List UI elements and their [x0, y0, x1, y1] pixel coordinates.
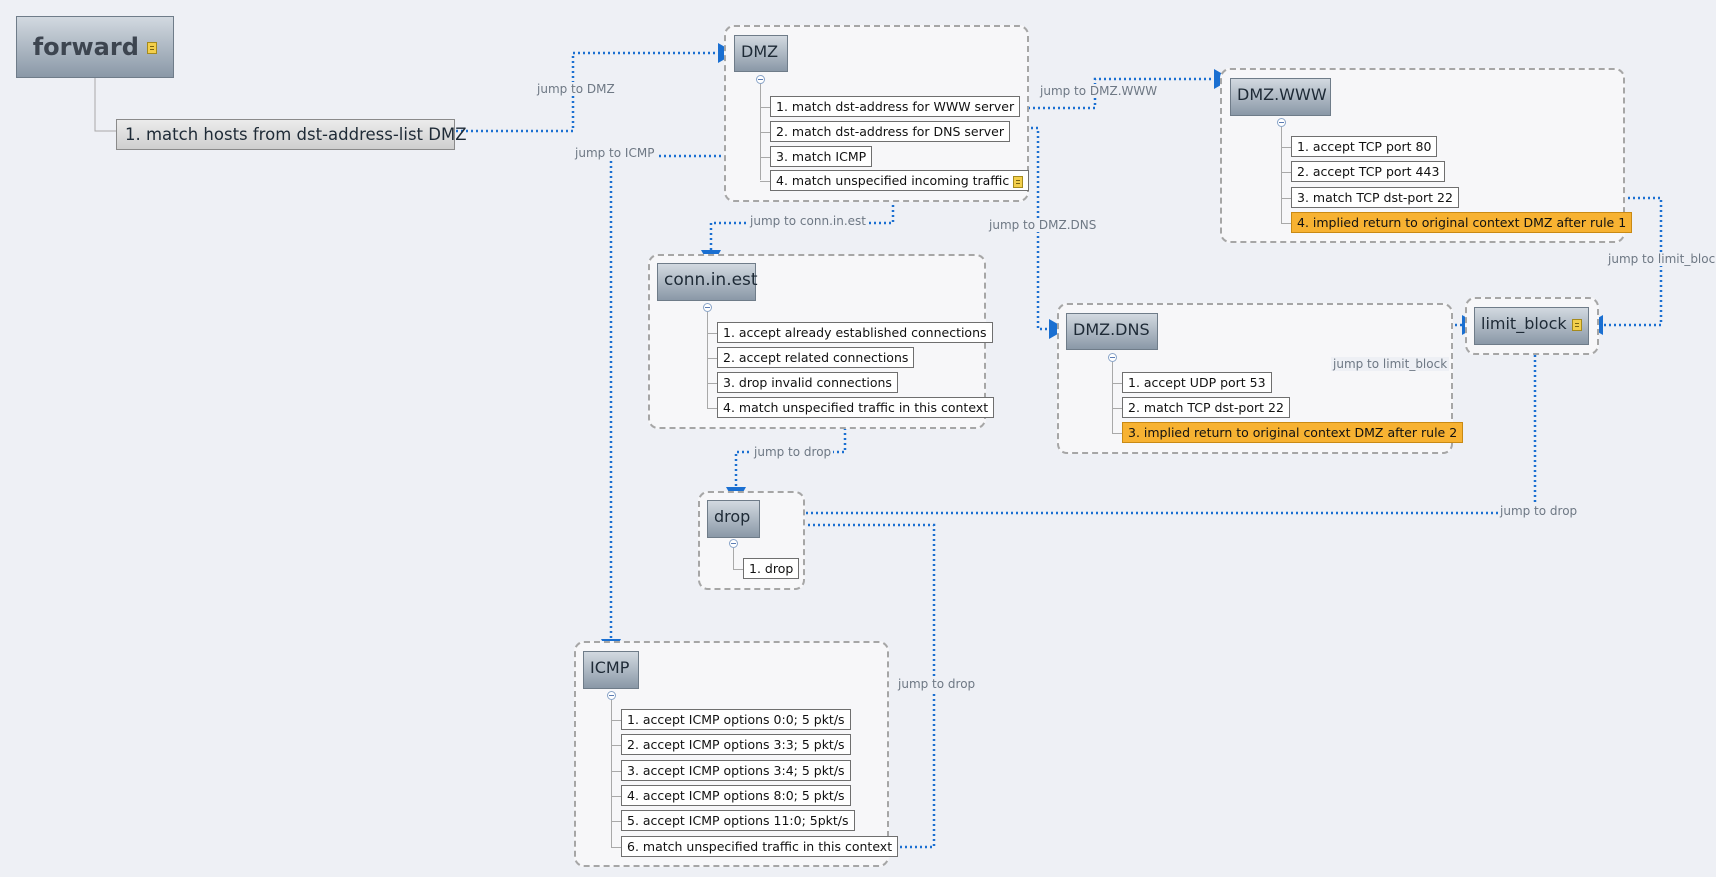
- dmzwww-rule-item[interactable]: 1. accept TCP port 80: [1291, 136, 1438, 157]
- edge-label-jump-to-icmp: jump to ICMP: [573, 146, 657, 160]
- connin-rule-item[interactable]: 3. drop invalid connections: [717, 372, 898, 393]
- note-icon: [147, 42, 158, 54]
- edge-label-jump-to-dmzwww: jump to DMZ.WWW: [1038, 84, 1160, 98]
- icmp-tree-tick: [611, 771, 621, 772]
- dmzwww-tree-tick: [1281, 147, 1291, 148]
- icmp-rule-item[interactable]: 4. accept ICMP options 8:0; 5 pkt/s: [621, 785, 851, 806]
- dmz-rule-item[interactable]: 3. match ICMP: [770, 146, 873, 167]
- dmzdns-rule-item[interactable]: 1. accept UDP port 53: [1122, 372, 1272, 393]
- edge-label-jump-to-dmz: jump to DMZ: [535, 82, 617, 96]
- icmp-rule-item[interactable]: 3. accept ICMP options 3:4; 5 pkt/s: [621, 760, 851, 781]
- icmp-rule-item[interactable]: 5. accept ICMP options 11:0; 5pkt/s: [621, 810, 855, 831]
- root-rule-node[interactable]: 1. match hosts from dst-address-list DMZ: [116, 119, 467, 150]
- edge-label-jump-to-limit-block-www: jump to limit_block: [1606, 252, 1716, 266]
- edge-label-jump-to-limit-block-dns: jump to limit_block: [1331, 357, 1450, 371]
- dmzdns-collapse-toggle[interactable]: [1108, 353, 1117, 362]
- icmp-collapse-toggle[interactable]: [607, 691, 616, 700]
- dmzwww-tree-tick: [1281, 198, 1291, 199]
- icmp-title[interactable]: ICMP: [583, 651, 639, 689]
- dmzwww-tree-line: [1281, 127, 1282, 223]
- dmz-rule-item[interactable]: 4. match unspecified incoming traffic: [770, 170, 1030, 191]
- dmzwww-collapse-toggle[interactable]: [1277, 118, 1286, 127]
- drop-rule-item[interactable]: 1. drop: [743, 558, 800, 579]
- dmzwww-rule-item[interactable]: 3. match TCP dst-port 22: [1291, 187, 1459, 208]
- edge-label-jump-to-drop-limit: jump to drop: [1498, 504, 1580, 518]
- edge-label-jump-to-connin: jump to conn.in.est: [748, 214, 868, 228]
- icmp-tree-line: [611, 700, 612, 847]
- drop-collapse-toggle[interactable]: [729, 539, 738, 548]
- drop-title[interactable]: drop: [707, 500, 760, 538]
- dmz-tree-tick: [760, 132, 770, 133]
- dmzwww-implied-return-item[interactable]: 4. implied return to original context DM…: [1291, 212, 1633, 233]
- root-branch: [94, 78, 116, 132]
- forward-root-node[interactable]: forward: [16, 16, 174, 78]
- note-icon: [1013, 175, 1024, 188]
- dmzdns-tree-tick: [1112, 383, 1122, 384]
- dmzdns-tree-tick: [1112, 433, 1122, 434]
- icmp-tree-tick: [611, 847, 621, 848]
- icmp-tree-tick: [611, 745, 621, 746]
- dmz-tree-tick: [760, 107, 770, 108]
- dmzdns-rule-item[interactable]: 2. match TCP dst-port 22: [1122, 397, 1290, 418]
- dmz-tree-tick: [760, 157, 770, 158]
- edge-label-jump-to-dmzdns: jump to DMZ.DNS: [987, 218, 1099, 232]
- connin-rule-item[interactable]: 1. accept already established connection…: [717, 322, 993, 343]
- dmzwww-rule-item[interactable]: 2. accept TCP port 443: [1291, 161, 1446, 182]
- connin-tree-line: [707, 312, 708, 408]
- icmp-tree-tick: [611, 796, 621, 797]
- drop-tree-tick: [733, 569, 743, 570]
- connin-tree-tick: [707, 383, 717, 384]
- dmzwww-tree-tick: [1281, 172, 1291, 173]
- edge-label-jump-to-drop-icmp: jump to drop: [896, 677, 978, 691]
- limit-block-node[interactable]: limit_block: [1474, 307, 1589, 345]
- dmzdns-tree-tick: [1112, 408, 1122, 409]
- dmz-rule-item[interactable]: 1. match dst-address for WWW server: [770, 96, 1021, 117]
- connin-tree-tick: [707, 408, 717, 409]
- icmp-tree-tick: [611, 720, 621, 721]
- icmp-rule-item[interactable]: 2. accept ICMP options 3:3; 5 pkt/s: [621, 734, 851, 755]
- connin-rule-item[interactable]: 4. match unspecified traffic in this con…: [717, 397, 995, 418]
- dmz-rule-item[interactable]: 2. match dst-address for DNS server: [770, 121, 1010, 142]
- dmz-collapse-toggle[interactable]: [756, 75, 765, 84]
- connin-collapse-toggle[interactable]: [703, 303, 712, 312]
- icmp-rule-item[interactable]: 1. accept ICMP options 0:0; 5 pkt/s: [621, 709, 851, 730]
- icmp-tree-tick: [611, 821, 621, 822]
- limit-block-title: limit_block: [1481, 314, 1567, 333]
- connin-tree-tick: [707, 333, 717, 334]
- edge-label-jump-to-drop-connin: jump to drop: [752, 445, 834, 459]
- drop-tree-line: [733, 548, 734, 569]
- root-rule-label: 1. match hosts from dst-address-list DMZ: [125, 125, 467, 144]
- connin-rule-item[interactable]: 2. accept related connections: [717, 347, 915, 368]
- note-icon: [1571, 318, 1582, 331]
- connin-title[interactable]: conn.in.est: [657, 263, 758, 301]
- dmz-tree-tick: [760, 181, 770, 182]
- dmzwww-title[interactable]: DMZ.WWW: [1230, 78, 1331, 116]
- forward-title: forward: [32, 33, 139, 61]
- dmz-title[interactable]: DMZ: [734, 35, 788, 72]
- dmzdns-title[interactable]: DMZ.DNS: [1066, 313, 1158, 350]
- edge-jump-to-drop-from-connin: [726, 418, 847, 505]
- dmzdns-implied-return-item[interactable]: 3. implied return to original context DM…: [1122, 422, 1464, 443]
- connin-tree-tick: [707, 358, 717, 359]
- icmp-rule-item[interactable]: 6. match unspecified traffic in this con…: [621, 836, 899, 857]
- dmzdns-tree-line: [1112, 362, 1113, 433]
- dmzwww-tree-tick: [1281, 223, 1291, 224]
